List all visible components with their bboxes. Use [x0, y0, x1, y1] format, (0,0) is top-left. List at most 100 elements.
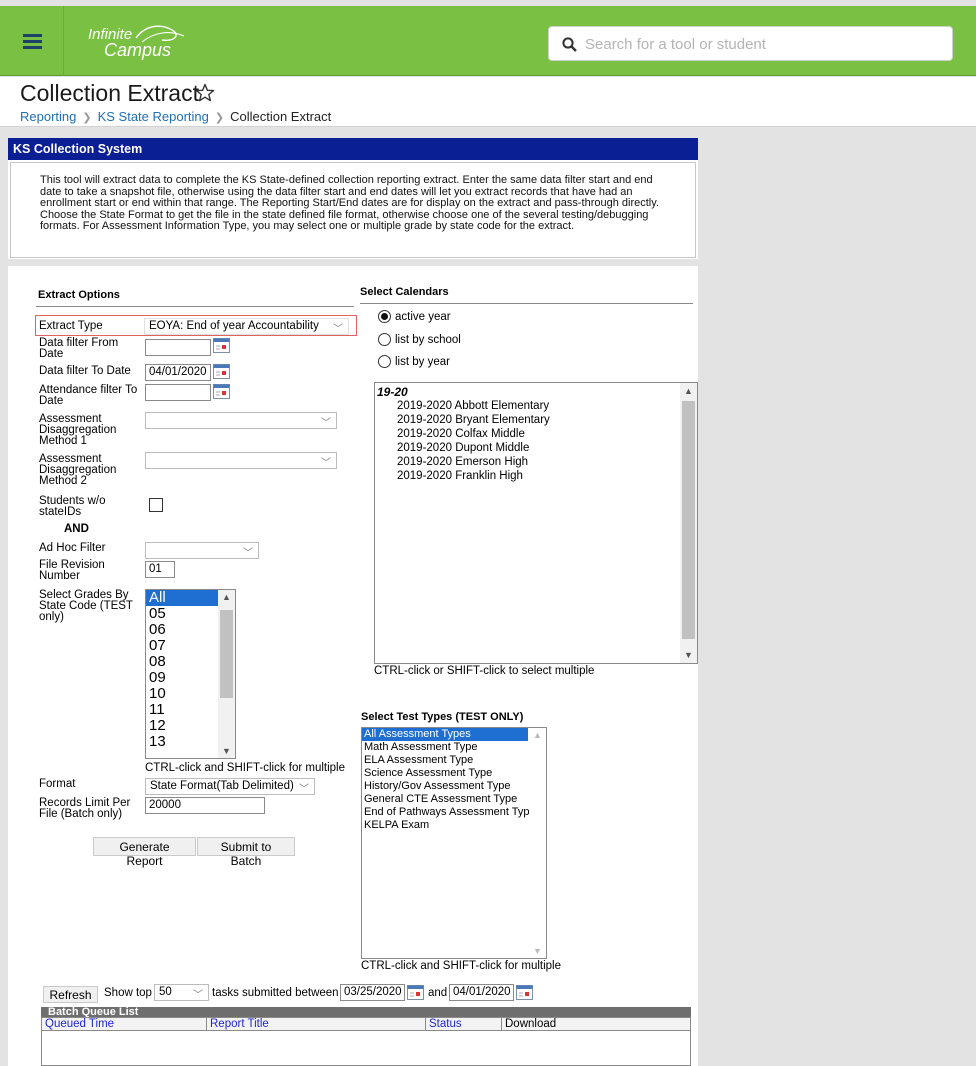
grades-listbox[interactable]: All Grades 05 06 07 08 09 10 11 12 13 ▲ … [145, 589, 236, 759]
submit-to-batch-button[interactable]: Submit to Batch [197, 837, 295, 868]
page-title: Collection Extract [20, 80, 199, 106]
chevron-down-icon[interactable]: ▼ [533, 946, 542, 956]
records-limit-label: Records Limit Per File (Batch only) [39, 797, 131, 820]
show-top-label: Show top [104, 987, 152, 999]
calendar-group-label: 19-20 [377, 385, 408, 399]
calendar-icon[interactable] [213, 384, 230, 399]
list-item[interactable]: General CTE Assessment Type [362, 793, 546, 806]
divider [8, 259, 698, 266]
logo-swoosh-icon [135, 25, 185, 43]
ad-hoc-filter-select[interactable]: ﹀ [145, 542, 259, 559]
top-navigation-bar: Infinite Campus [0, 6, 976, 76]
list-item[interactable]: KELPA Exam [362, 819, 546, 832]
show-top-value: 50 [159, 986, 172, 998]
refresh-button[interactable]: Refresh [43, 986, 98, 1003]
calendar-icon[interactable] [407, 985, 424, 1000]
list-item[interactable]: All Assessment Types [362, 728, 528, 741]
batch-end-date-input[interactable]: 04/01/2020 [449, 984, 514, 1001]
tasks-submitted-label: tasks submitted between [212, 987, 339, 999]
extract-type-label: Extract Type [39, 320, 103, 332]
chevron-down-icon: ﹀ [321, 458, 331, 469]
records-limit-input[interactable]: 20000 [145, 797, 265, 814]
chevron-down-icon: ﹀ [193, 990, 203, 1001]
students-without-stateids-checkbox[interactable] [149, 498, 163, 512]
breadcrumb-reporting[interactable]: Reporting [20, 109, 76, 124]
attendance-to-date-input[interactable] [145, 384, 211, 401]
list-item[interactable]: Science Assessment Type [362, 767, 546, 780]
grades-label: Select Grades By State Code (TEST only) [39, 589, 133, 623]
section-title-bar: KS Collection System [8, 138, 698, 160]
list-item[interactable]: History/Gov Assessment Type [362, 780, 546, 793]
search-icon [562, 37, 577, 52]
format-value: State Format(Tab Delimited) [150, 780, 294, 792]
list-item[interactable]: ELA Assessment Type [362, 754, 546, 767]
divider [360, 303, 693, 304]
students-without-stateids-label: Students w/o stateIDs [39, 495, 106, 518]
chevron-down-icon[interactable]: ▼ [684, 650, 693, 660]
calendar-icon[interactable] [213, 364, 230, 379]
search-box[interactable] [548, 26, 953, 61]
list-item[interactable]: All Grades [146, 590, 218, 622]
batch-queue-title: Batch Queue List [41, 1007, 691, 1018]
menu-icon[interactable] [0, 6, 64, 76]
search-input[interactable] [583, 33, 943, 55]
list-item[interactable]: End of Pathways Assessment Type [362, 806, 546, 819]
list-item[interactable]: 2019-2020 Dupont Middle [375, 441, 697, 455]
disaggregation-2-select[interactable]: ﹀ [145, 452, 337, 469]
tool-description: This tool will extract data to complete … [10, 162, 696, 258]
list-item[interactable]: Math Assessment Type [362, 741, 546, 754]
divider [36, 306, 354, 307]
extract-type-select[interactable]: EOYA: End of year Accountability ﹀ [144, 318, 349, 335]
page-header: Collection Extract Reporting ❯ KS State Re… [0, 77, 976, 127]
active-year-radio[interactable] [378, 310, 391, 323]
data-to-date-input[interactable]: 04/01/2020 [145, 364, 211, 381]
column-report-title[interactable]: Report Title [207, 1018, 426, 1031]
scrollbar-thumb[interactable] [682, 401, 695, 639]
data-to-date-label: Data filter To Date [39, 365, 131, 377]
list-item[interactable]: 2019-2020 Franklin High [375, 469, 697, 483]
chevron-down-icon[interactable]: ▼ [222, 746, 231, 756]
list-item[interactable]: 2019-2020 Emerson High [375, 455, 697, 469]
scrollbar[interactable]: ▲ ▼ [218, 590, 235, 758]
test-types-heading: Select Test Types (TEST ONLY) [361, 711, 524, 723]
extract-options-heading: Extract Options [38, 289, 120, 301]
ad-hoc-filter-label: Ad Hoc Filter [39, 542, 106, 554]
disaggregation-1-select[interactable]: ﹀ [145, 412, 337, 429]
data-from-date-input[interactable] [145, 339, 211, 356]
infinite-campus-logo[interactable]: Infinite Campus [88, 25, 198, 66]
list-by-year-radio[interactable] [378, 355, 391, 368]
batch-start-date-input[interactable]: 03/25/2020 [340, 984, 405, 1001]
attendance-to-date-label: Attendance filter To Date [39, 384, 138, 407]
chevron-up-icon[interactable]: ▲ [222, 592, 231, 602]
active-year-label: active year [395, 311, 451, 323]
list-item[interactable]: 2019-2020 Bryant Elementary [375, 413, 697, 427]
column-queued-time[interactable]: Queued Time [42, 1018, 207, 1031]
list-by-school-radio[interactable] [378, 333, 391, 346]
scrollbar[interactable]: ▲ ▼ [529, 728, 546, 958]
file-revision-input[interactable]: 01 [145, 561, 175, 578]
calendars-listbox[interactable]: 19-20 2019-2020 Abbott Elementary 2019-2… [374, 382, 698, 664]
calendar-icon[interactable] [516, 985, 533, 1000]
file-revision-label: File Revision Number [39, 559, 105, 582]
main-content: KS Collection System This tool will extr… [8, 138, 698, 1066]
chevron-down-icon: ﹀ [333, 324, 343, 335]
format-select[interactable]: State Format(Tab Delimited) ﹀ [145, 778, 315, 795]
breadcrumb-ks-state-reporting[interactable]: KS State Reporting [98, 109, 209, 124]
chevron-down-icon: ﹀ [243, 548, 253, 559]
list-item[interactable]: 2019-2020 Abbott Elementary [375, 399, 697, 413]
list-item[interactable]: 2019-2020 Colfax Middle [375, 427, 697, 441]
breadcrumb: Reporting ❯ KS State Reporting ❯ Collection … [20, 109, 331, 124]
scrollbar-thumb[interactable] [220, 610, 233, 698]
show-top-select[interactable]: 50 ﹀ [154, 984, 209, 1001]
chevron-up-icon[interactable]: ▲ [684, 386, 693, 396]
generate-report-button[interactable]: Generate Report [93, 837, 196, 868]
extract-type-value: EOYA: End of year Accountability [149, 320, 319, 332]
test-types-hint: CTRL-click and SHIFT-click for multiple [361, 960, 562, 972]
calendar-icon[interactable] [213, 338, 230, 353]
column-status[interactable]: Status [426, 1018, 502, 1031]
test-types-listbox[interactable]: All Assessment Types Math Assessment Typ… [361, 727, 547, 959]
favorite-star-icon[interactable] [195, 83, 215, 103]
chevron-up-icon[interactable]: ▲ [533, 730, 542, 740]
scrollbar[interactable]: ▲ ▼ [680, 383, 697, 663]
list-by-year-label: list by year [395, 356, 450, 368]
